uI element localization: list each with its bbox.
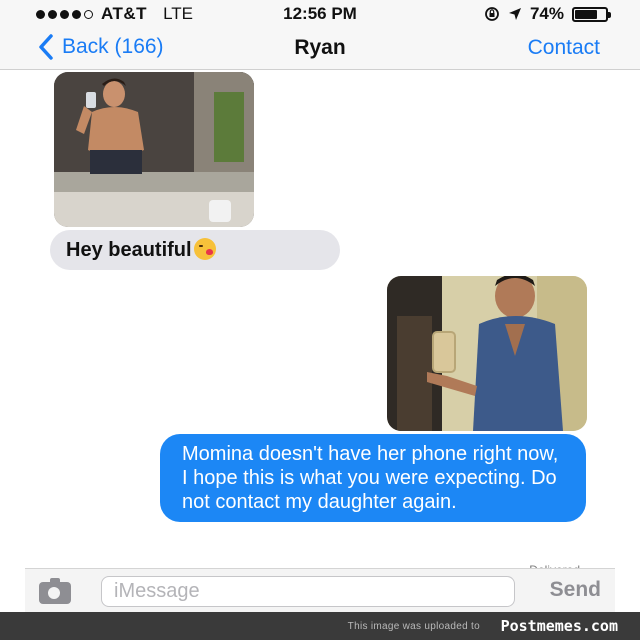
send-button[interactable]: Send — [550, 578, 601, 602]
battery-icon — [572, 6, 611, 22]
watermark-text: This image was uploaded to — [347, 621, 480, 632]
outgoing-message-text: Momina doesn't have her phone right now,… — [182, 443, 559, 513]
message-composer: Send — [25, 568, 615, 612]
incoming-message-text: Hey beautiful — [66, 239, 192, 261]
message-input[interactable] — [101, 576, 515, 607]
watermark-brand: Postmemes.com — [500, 617, 618, 635]
contact-button[interactable]: Contact — [528, 36, 600, 60]
outgoing-message-bubble[interactable]: Momina doesn't have her phone right now,… — [160, 434, 586, 522]
navigation-bar: Back (166) Ryan Contact — [0, 28, 640, 70]
photo-icon — [54, 72, 254, 227]
location-arrow-icon — [508, 8, 521, 20]
status-bar: AT&T LTE 12:56 PM 74% — [0, 0, 640, 28]
kissing-face-emoji-icon — [193, 238, 216, 260]
incoming-message-bubble[interactable]: Hey beautiful — [50, 230, 340, 270]
battery-percent: 74% — [529, 4, 564, 23]
rotation-lock-icon — [485, 7, 499, 21]
status-right: 74% — [484, 4, 611, 24]
photo-icon — [387, 276, 587, 431]
watermark-bar: This image was uploaded to Postmemes.com — [0, 612, 640, 640]
camera-icon[interactable] — [39, 578, 71, 604]
incoming-photo-message[interactable] — [54, 72, 254, 227]
outgoing-photo-message[interactable] — [387, 276, 587, 431]
